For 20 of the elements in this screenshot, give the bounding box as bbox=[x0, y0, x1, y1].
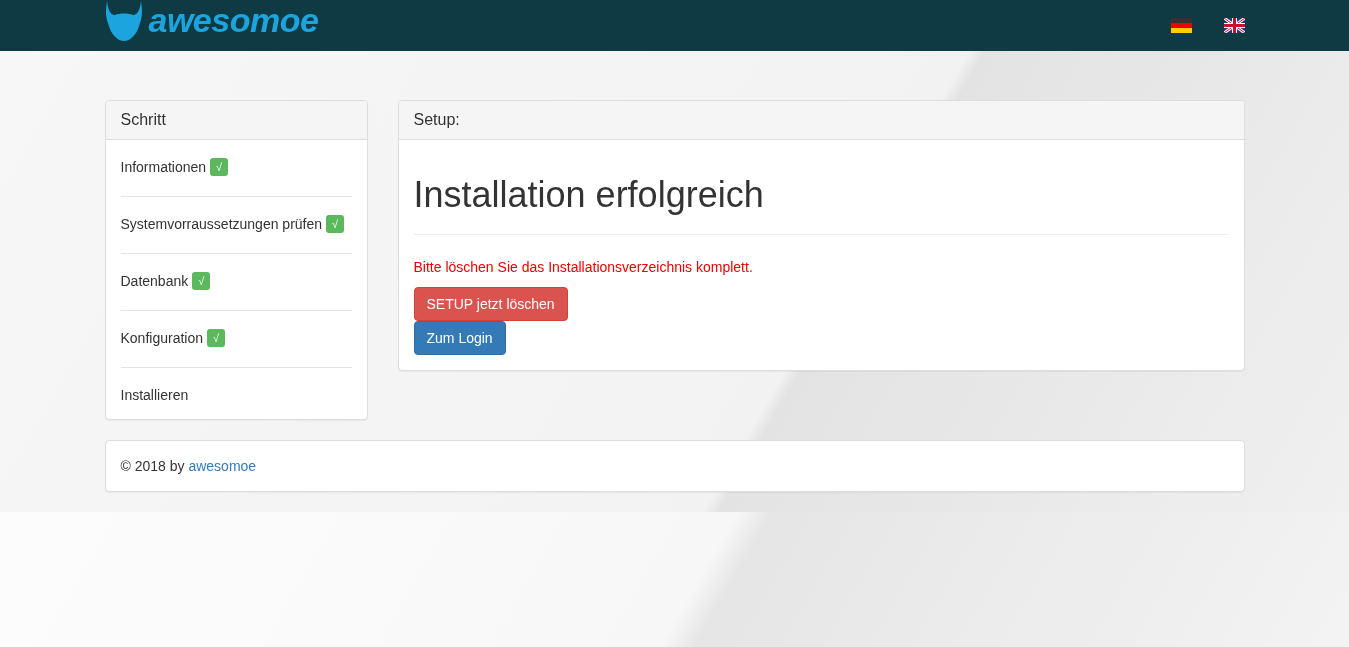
check-badge: √ bbox=[207, 329, 226, 347]
british-flag-icon[interactable] bbox=[1223, 18, 1245, 33]
check-badge: √ bbox=[210, 158, 229, 176]
panel-title: Schritt bbox=[105, 101, 367, 140]
warning-text: Bitte löschen Sie das Installationsverzeichnis komplett. bbox=[413, 258, 754, 277]
logo-link[interactable]: awesomoe bbox=[104, 0, 319, 41]
step-label: Datenbank bbox=[120, 272, 189, 291]
footer-link[interactable]: awesomoe bbox=[188, 458, 257, 474]
step-label: Informationen bbox=[120, 158, 207, 177]
check-badge: √ bbox=[192, 272, 211, 290]
german-flag-icon[interactable] bbox=[1170, 18, 1192, 33]
check-badge: √ bbox=[326, 215, 345, 233]
delete-setup-button[interactable]: SETUP jetzt löschen bbox=[413, 287, 568, 321]
copyright-text: © 2018 by awesomoe bbox=[120, 458, 257, 474]
step-label: Konfiguration bbox=[120, 329, 203, 348]
panel-title: Setup: bbox=[398, 101, 1244, 140]
step-label: Installieren bbox=[120, 386, 189, 405]
step-label: Systemvorraussetzungen prüfen bbox=[120, 215, 323, 234]
page-heading: Installation erfolgreich bbox=[413, 175, 1229, 235]
login-button[interactable]: Zum Login bbox=[413, 321, 506, 355]
